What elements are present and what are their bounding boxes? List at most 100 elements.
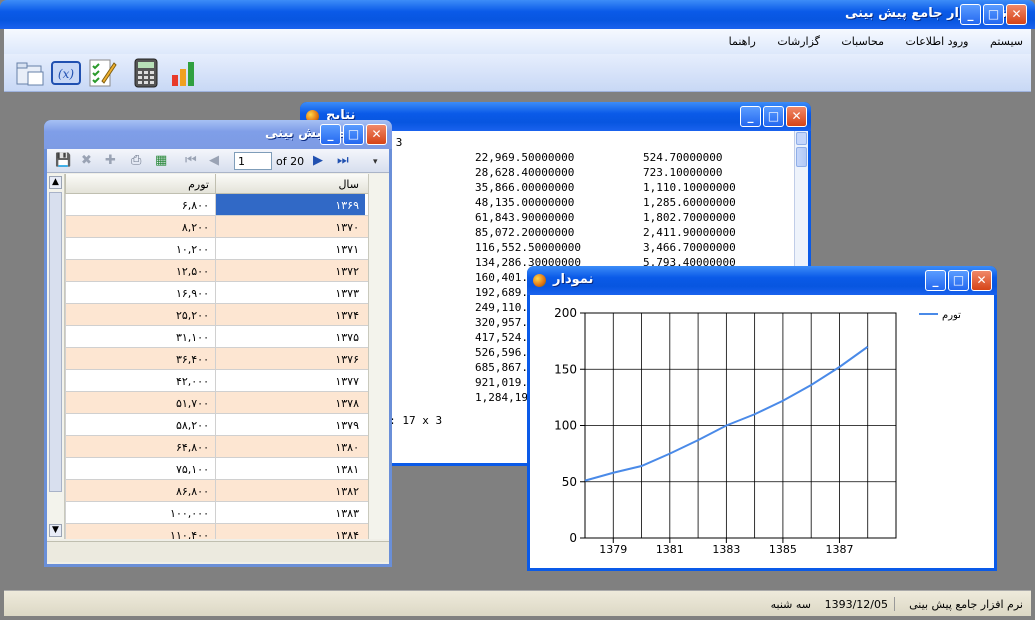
forecast-result-window: نتیجه پیش بینی _ □ ✕ 💾 ✖ ✚ ⎙ ▦ ⏮ ◀ 1 of …	[44, 120, 392, 567]
table-row[interactable]: ۱۰۰,۰۰۰ ۱۳۸۳	[65, 502, 368, 524]
cell-inflation[interactable]: ۸۶,۸۰۰	[65, 480, 215, 501]
cell-inflation[interactable]: ۳۱,۱۰۰	[65, 326, 215, 347]
cell-inflation[interactable]: ۳۶,۴۰۰	[65, 348, 215, 369]
cell-year[interactable]: ۱۳۷۳	[215, 282, 365, 303]
table-row[interactable]: ۷۵,۱۰۰ ۱۳۸۱	[65, 458, 368, 480]
main-titlebar[interactable]: نرم افزار جامع پیش بینی _ □ ✕	[0, 0, 1035, 29]
binding-navigator: 💾 ✖ ✚ ⎙ ▦ ⏮ ◀ 1 of 20 ▶ ⏭ ▾	[47, 149, 389, 173]
menu-system[interactable]: سیستم	[980, 29, 1031, 48]
cell-inflation[interactable]: ۷۵,۱۰۰	[65, 458, 215, 479]
close-button[interactable]: ✕	[366, 124, 387, 145]
table-row[interactable]: ۳۱,۱۰۰ ۱۳۷۵	[65, 326, 368, 348]
cell-year[interactable]: ۱۳۷۷	[215, 370, 365, 391]
close-button[interactable]: ✕	[1006, 4, 1027, 25]
maximize-button[interactable]: □	[763, 106, 784, 127]
table-row[interactable]: ۵۱,۷۰۰ ۱۳۷۸	[65, 392, 368, 414]
grid-scroll-thumb[interactable]	[49, 192, 62, 492]
cell-year[interactable]: ۱۳۶۹	[215, 194, 365, 215]
cell-year[interactable]: ۱۳۸۳	[215, 502, 365, 523]
cell-year[interactable]: ۱۳۷۰	[215, 216, 365, 237]
line-chart: 0 50 100 150 200 1379 1381 1383 1385 1387 تورم	[554, 306, 961, 556]
table-row[interactable]: ۴۲,۰۰۰ ۱۳۷۷	[65, 370, 368, 392]
maximize-button[interactable]: □	[983, 4, 1004, 25]
cell-year[interactable]: ۱۳۷۶	[215, 348, 365, 369]
cell-inflation[interactable]: ۱۱۰,۴۰۰	[65, 524, 215, 539]
status-bar: نرم افزار جامع پیش بینی 1393/12/05 سه شن…	[4, 590, 1031, 616]
save-icon[interactable]: 💾	[55, 153, 71, 168]
cell-inflation[interactable]: ۲۵,۲۰۰	[65, 304, 215, 325]
print-icon[interactable]: ⎙	[131, 153, 141, 168]
cell-inflation[interactable]: ۴۲,۰۰۰	[65, 370, 215, 391]
window-icon	[533, 274, 546, 287]
cell-inflation[interactable]: ۶,۸۰۰	[65, 194, 215, 215]
delete-icon[interactable]: ✖	[81, 153, 92, 168]
table-row[interactable]: ۲۵,۲۰۰ ۱۳۷۴	[65, 304, 368, 326]
close-button[interactable]: ✕	[786, 106, 807, 127]
table-row[interactable]: ۶,۸۰۰ ۱۳۶۹	[65, 194, 368, 216]
cell-inflation[interactable]: ۱۰۰,۰۰۰	[65, 502, 215, 523]
cell-year[interactable]: ۱۳۸۲	[215, 480, 365, 501]
calculator-icon[interactable]	[130, 57, 162, 89]
chart-titlebar[interactable]: نمودار _ □ ✕	[527, 266, 997, 295]
menu-calculations[interactable]: محاسبات	[831, 29, 892, 48]
bar-chart-icon[interactable]	[168, 57, 200, 89]
folder-icon[interactable]	[14, 57, 46, 89]
cell-year[interactable]: ۱۳۸۰	[215, 436, 365, 457]
cell-year[interactable]: ۱۳۷۹	[215, 414, 365, 435]
cell-year[interactable]: ۱۳۷۸	[215, 392, 365, 413]
last-page-icon[interactable]: ⏭	[337, 153, 349, 168]
column-header-inflation[interactable]: تورم	[65, 174, 215, 194]
grid-scroll-up[interactable]: ▲	[49, 176, 62, 189]
maximize-button[interactable]: □	[343, 124, 364, 145]
table-row[interactable]: ۳۶,۴۰۰ ۱۳۷۶	[65, 348, 368, 370]
cell-year[interactable]: ۱۳۷۵	[215, 326, 365, 347]
table-row[interactable]: ۱۰,۲۰۰ ۱۳۷۱	[65, 238, 368, 260]
cell-inflation[interactable]: ۵۸,۲۰۰	[65, 414, 215, 435]
minimize-button[interactable]: _	[320, 124, 341, 145]
scroll-thumb[interactable]	[796, 147, 807, 167]
menu-reports[interactable]: گزارشات	[767, 29, 828, 48]
cell-inflation[interactable]: ۱۲,۵۰۰	[65, 260, 215, 281]
cell-year[interactable]: ۱۳۸۱	[215, 458, 365, 479]
scroll-up-button[interactable]	[796, 132, 807, 145]
menu-data-entry[interactable]: ورود اطلاعات	[896, 29, 977, 48]
cell-year[interactable]: ۱۳۷۱	[215, 238, 365, 259]
variable-icon[interactable]: (x)	[50, 57, 82, 89]
cell-inflation[interactable]: ۶۴,۸۰۰	[65, 436, 215, 457]
next-page-icon[interactable]: ▶	[313, 153, 323, 168]
close-button[interactable]: ✕	[971, 270, 992, 291]
data-grid[interactable]: ▲ ▼ تورم سال ۶,۸۰۰ ۱۳۶۹ ۸,۲۰۰ ۱۳۷۰ ۱۰,۲۰۰ ۱۳۷…	[47, 174, 389, 539]
column-header-year[interactable]: سال	[215, 174, 365, 194]
table-row[interactable]: ۵۸,۲۰۰ ۱۳۷۹	[65, 414, 368, 436]
cell-year[interactable]: ۱۳۸۴	[215, 524, 365, 539]
table-row[interactable]: ۱۶,۹۰۰ ۱۳۷۳	[65, 282, 368, 304]
checklist-icon[interactable]	[86, 57, 118, 89]
svg-text:(x): (x)	[58, 67, 74, 81]
maximize-button[interactable]: □	[948, 270, 969, 291]
prev-page-icon[interactable]: ◀	[209, 153, 219, 168]
add-icon[interactable]: ✚	[105, 153, 116, 168]
y-tick-label: 100	[554, 419, 577, 433]
grid-vertical-scrollbar[interactable]: ▲ ▼	[47, 174, 65, 539]
grid-scroll-down[interactable]: ▼	[49, 524, 62, 537]
export-excel-icon[interactable]: ▦	[155, 153, 167, 168]
first-page-icon[interactable]: ⏮	[185, 153, 197, 168]
menu-help[interactable]: راهنما	[719, 29, 764, 48]
cell-year[interactable]: ۱۳۷۲	[215, 260, 365, 281]
cell-inflation[interactable]: ۸,۲۰۰	[65, 216, 215, 237]
table-row[interactable]: ۱۲,۵۰۰ ۱۳۷۲	[65, 260, 368, 282]
table-row[interactable]: ۱۱۰,۴۰۰ ۱۳۸۴	[65, 524, 368, 539]
cell-inflation[interactable]: ۵۱,۷۰۰	[65, 392, 215, 413]
cell-year[interactable]: ۱۳۷۴	[215, 304, 365, 325]
forecast-titlebar[interactable]: نتیجه پیش بینی _ □ ✕	[44, 120, 392, 149]
table-row[interactable]: ۸,۲۰۰ ۱۳۷۰	[65, 216, 368, 238]
minimize-button[interactable]: _	[925, 270, 946, 291]
cell-inflation[interactable]: ۱۶,۹۰۰	[65, 282, 215, 303]
table-row[interactable]: ۸۶,۸۰۰ ۱۳۸۲	[65, 480, 368, 502]
cell-inflation[interactable]: ۱۰,۲۰۰	[65, 238, 215, 259]
minimize-button[interactable]: _	[960, 4, 981, 25]
overflow-chevron-icon[interactable]: ▾	[373, 157, 378, 167]
table-row[interactable]: ۶۴,۸۰۰ ۱۳۸۰	[65, 436, 368, 458]
minimize-button[interactable]: _	[740, 106, 761, 127]
page-number-input[interactable]: 1	[234, 152, 272, 170]
